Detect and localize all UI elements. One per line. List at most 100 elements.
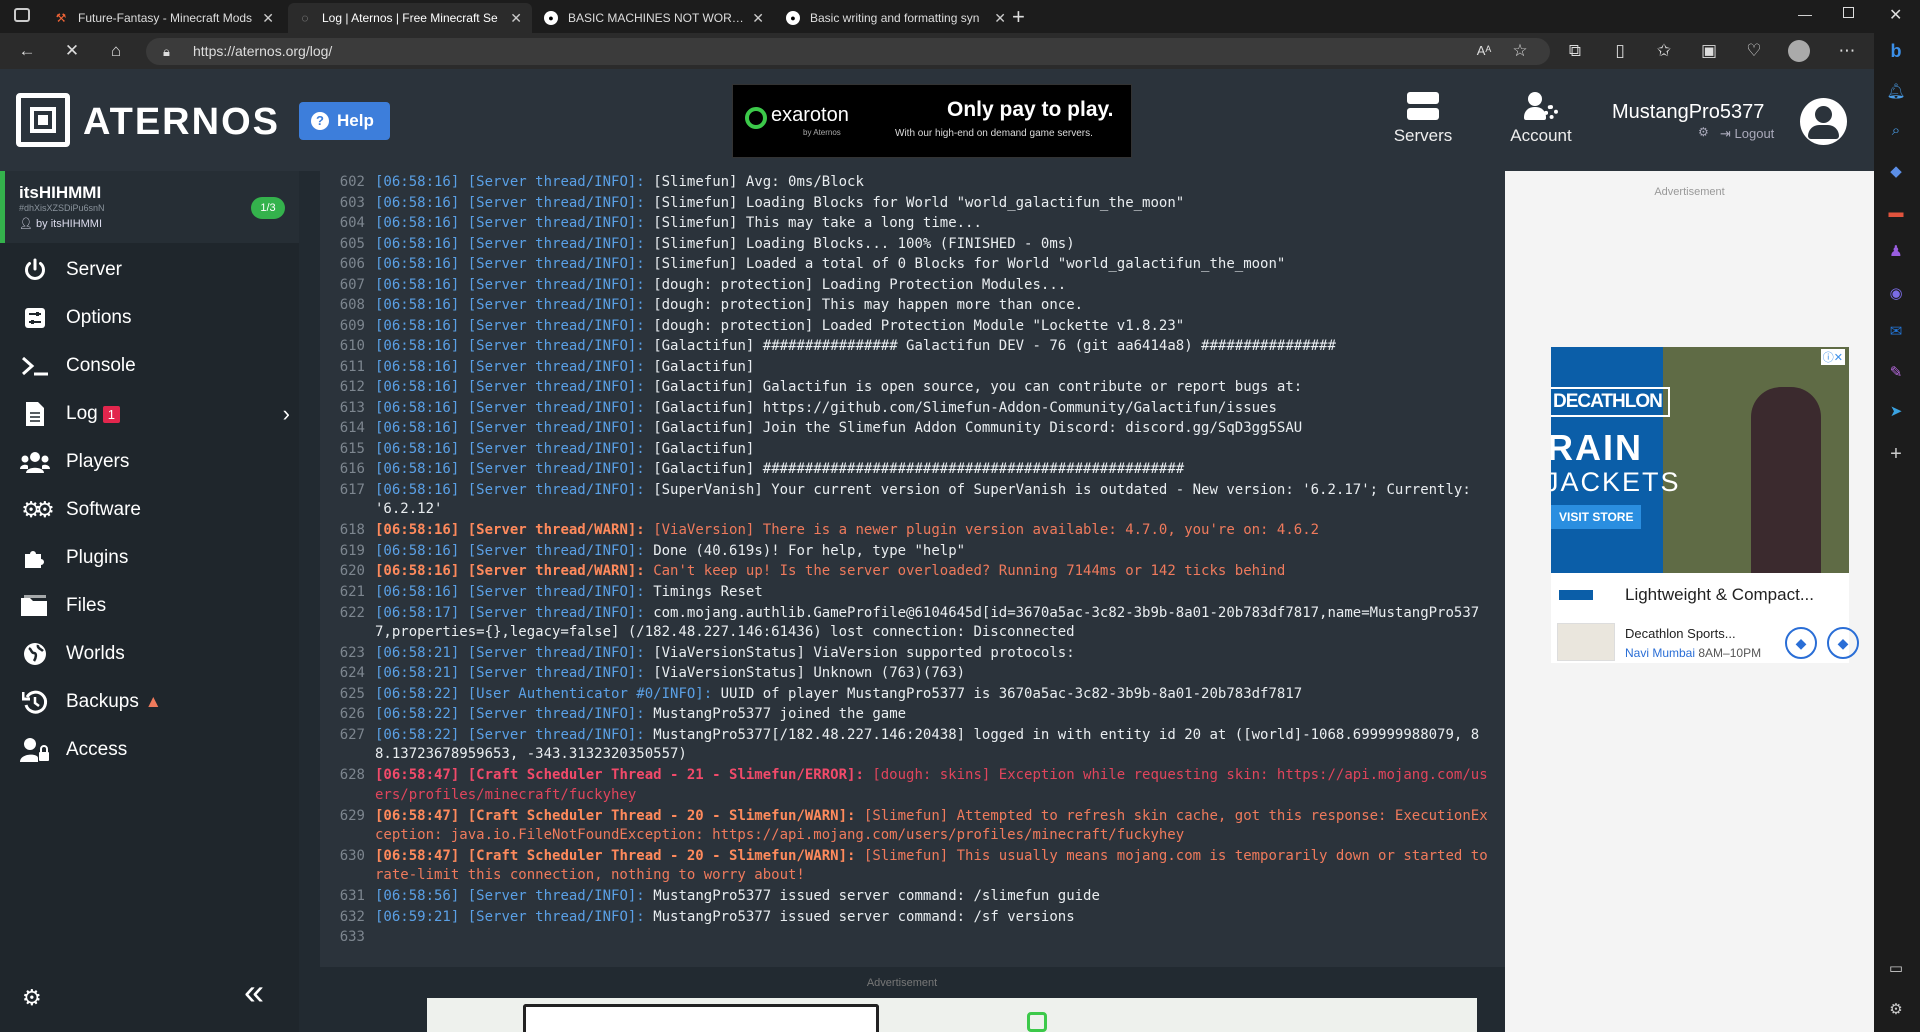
line-number: 606 [339,256,365,273]
search-icon[interactable]: ⌕ [1885,120,1907,142]
back-icon[interactable]: ← [15,42,39,60]
minimize-icon[interactable]: — [1798,6,1812,22]
favorites-icon[interactable]: ✩ [1652,42,1676,60]
browser-tab[interactable]: ● Basic writing and formatting syn ✕ [776,3,1016,33]
outlook-icon[interactable]: ✉ [1885,321,1907,343]
profile-icon[interactable] [1788,40,1810,62]
collapse-sidebar-icon[interactable]: « [244,974,264,1010]
tab-actions-icon[interactable] [14,8,30,22]
sidebar-item-backups[interactable]: Backups ▲ [20,682,162,722]
sidebar-item-software[interactable]: ⚙⚙ Software [20,490,141,530]
browser-tab-active[interactable]: ◌ Log | Aternos | Free Minecraft Se ✕ [288,3,532,33]
url-text[interactable]: https://aternos.org/log/ [193,43,332,59]
sidebar-item-worlds[interactable]: Worlds [20,634,125,674]
server-owner: 👤︎ by itsHIHMMI [19,217,102,230]
sidebar-item-options[interactable]: Options [20,298,131,338]
log-console[interactable]: 602 [06:58:16] [Server thread/INFO]: [Sli… [320,171,1505,967]
log-source: [Craft Scheduler Thread - 21 - Slimefun/… [467,767,864,784]
avatar[interactable] [1800,98,1847,145]
restore-icon[interactable] [1843,7,1854,18]
username[interactable]: MustangPro5377 [1612,101,1764,124]
favorite-star-icon[interactable]: ☆ [1508,42,1532,60]
read-aloud-icon[interactable]: Aᴬ [1472,42,1496,60]
line-number: 629 [339,807,365,824]
line-number: 612 [339,379,365,396]
log-line: 630 [06:58:47] [Craft Scheduler Thread - … [320,847,1505,883]
microsoft365-icon[interactable]: ◉ [1885,283,1907,305]
sidebar-item-players[interactable]: Players [20,442,129,482]
browser-tab[interactable]: ⚒ Future-Fantasy - Minecraft Mods ✕ [44,3,284,33]
ad-line2: JACKETS [1551,467,1681,497]
sidebar-item-server[interactable]: Server [20,250,122,290]
sidebar-item-access[interactable]: Access [20,730,127,770]
send-icon[interactable]: ➤ [1885,401,1907,423]
sidebar-item-plugins[interactable]: Plugins [20,538,128,578]
close-icon[interactable]: ✕ [994,10,1006,27]
stop-loading-icon[interactable]: ✕ [60,42,84,60]
split-screen-icon[interactable]: ▯ [1608,42,1632,60]
shopping-tag-icon[interactable]: ◆ [1885,161,1907,183]
aternos-logo-icon[interactable] [16,93,70,147]
line-number: 603 [339,194,365,211]
log-line: 603 [06:58:16] [Server thread/INFO]: [Sli… [320,194,1505,212]
tools-icon[interactable]: ▬ [1885,202,1907,224]
log-timestamp: [06:58:16] [375,522,460,539]
top-advertisement[interactable]: exaroton by Aternos Only pay to play. Wi… [732,84,1132,158]
close-icon[interactable]: ✕ [752,10,764,27]
browser-tab[interactable]: ● BASIC MACHINES NOT WORKING ✕ [534,3,774,33]
log-timestamp: [06:58:16] [375,174,460,190]
bottom-ad-area: Advertisement [299,967,1505,1032]
settings-gear-icon[interactable]: ⚙ [22,985,42,1011]
log-text: [06:58:21] [Server thread/INFO]: [ViaVer… [375,644,1495,663]
settings-gear-icon[interactable]: ⚙ [1885,999,1907,1021]
sidebar-item-log[interactable]: Log 1 › [20,394,290,434]
log-line: 631 [06:58:56] [Server thread/INFO]: Must… [320,887,1505,905]
gear-icon[interactable]: ⚙ [1698,125,1709,139]
sidebar-item-console[interactable]: Console [20,346,136,386]
lock-icon[interactable]: 🔒︎ [163,44,170,60]
sidebar-item-files[interactable]: Files [20,586,106,626]
close-window-icon[interactable]: ✕ [1889,5,1902,25]
extensions-icon[interactable]: ⧉ [1563,42,1587,60]
server-info-card[interactable]: itsHIHMMI #dhXisXZSDiPu6snN 👤︎ by itsHIH… [0,171,299,243]
bing-icon[interactable]: b [1885,40,1907,62]
log-timestamp: [06:59:21] [375,908,460,925]
decathlon-ad[interactable]: DECATHLON RAIN JACKETS VISIT STORE ⓘ✕ [1551,347,1849,573]
chevron-right-icon: › [282,401,290,426]
sidebar-panel-icon[interactable]: ▭ [1885,958,1907,980]
bottom-advertisement[interactable] [427,998,1477,1032]
games-icon[interactable]: ♟ [1885,241,1907,263]
tab-title: Future-Fantasy - Minecraft Mods [78,11,253,25]
new-tab-icon[interactable]: + [1012,4,1025,30]
close-icon[interactable]: ✕ [262,10,274,27]
log-text: [06:58:16] [Server thread/INFO]: Done (4… [375,542,1495,561]
notification-bell-icon[interactable]: 🔔︎ [1885,81,1907,103]
log-timestamp: [06:58:47] [375,848,460,865]
ad-footer[interactable]: Lightweight & Compact... Decathlon Sport… [1551,573,1859,663]
directions-icon[interactable]: ◆ [1827,627,1859,659]
designer-icon[interactable]: ✎ [1885,362,1907,384]
log-text: [06:58:16] [Server thread/INFO]: [Slimef… [375,214,1495,233]
directions-icon[interactable]: ◆ [1785,627,1817,659]
help-button[interactable]: ? Help [299,102,390,140]
log-line: 627 [06:58:22] [Server thread/INFO]: Must… [320,726,1505,762]
add-icon[interactable]: + [1885,443,1907,465]
home-icon[interactable]: ⌂ [104,42,128,60]
browser-essentials-icon[interactable]: ♡ [1742,42,1766,60]
log-message: [Galactifun] Join the Slimefun Addon Com… [653,420,1303,437]
logout-link[interactable]: ⇥ Logout [1720,126,1774,142]
account-nav[interactable]: Account [1506,92,1576,146]
log-text: [06:58:16] [Server thread/WARN]: [ViaVer… [375,521,1495,540]
servers-nav[interactable]: Servers [1388,92,1458,146]
more-menu-icon[interactable]: ⋯ [1835,42,1859,60]
url-bar[interactable] [146,38,1550,65]
line-number: 625 [339,685,365,702]
collections-icon[interactable]: ▣ [1697,42,1721,60]
line-number: 624 [339,665,365,682]
logo-text[interactable]: ATERNOS [83,101,280,144]
log-message: Can't keep up! Is the server overloaded?… [653,563,1286,580]
ad-info-icon[interactable]: ⓘ✕ [1820,349,1845,365]
log-message: [ViaVersion] There is a newer plugin ver… [653,522,1320,539]
close-icon[interactable]: ✕ [510,10,522,27]
log-message: [Galactifun] [653,440,755,457]
